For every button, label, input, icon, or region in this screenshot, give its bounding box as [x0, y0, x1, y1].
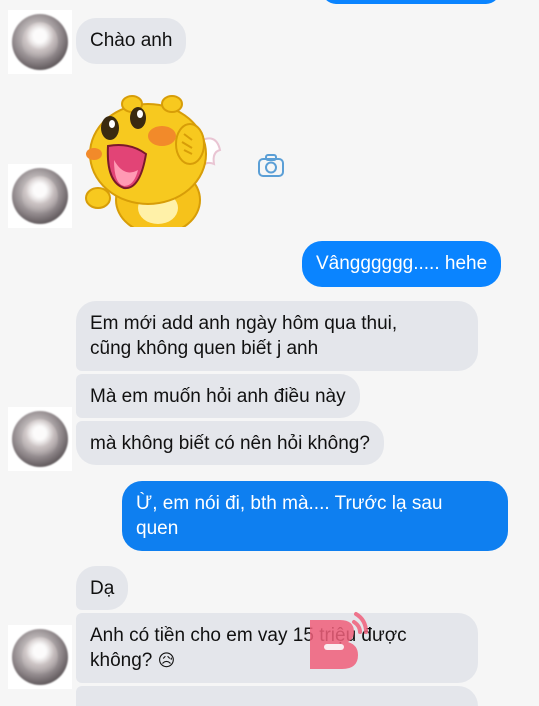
message-text-line: không?	[90, 650, 153, 671]
incoming-message[interactable]: mà không biết có nên hỏi không?	[76, 421, 384, 465]
message-text: Mà em muốn hỏi anh điều này	[90, 386, 346, 407]
incoming-message[interactable]: Dạ	[76, 566, 129, 610]
outgoing-message[interactable]: Ừ, em nói đi, bth mà.... Trước lạ sau qu…	[122, 481, 508, 551]
outgoing-message[interactable]: Vângggggg..... hehe	[302, 241, 502, 287]
message-text: mà không biết có nên hỏi không?	[90, 433, 370, 454]
message-text-line: Ừ, em nói đi, bth mà.... Trước lạ sau	[136, 493, 443, 514]
avatar-image	[12, 14, 68, 70]
chat-thread: Chào anh Vângggggg..... hehe Em mới add …	[0, 0, 539, 706]
message-text-line: Em mới add anh ngày hôm qua thui,	[90, 313, 398, 334]
incoming-message[interactable]: Chào anh	[76, 18, 187, 64]
avatar-image	[12, 168, 68, 224]
message-text: Dạ	[90, 578, 115, 599]
incoming-message[interactable]: Em mới add anh ngày hôm qua thui, cũng k…	[76, 301, 478, 371]
camera-icon[interactable]	[257, 153, 285, 179]
message-text: Vângggggg..... hehe	[316, 253, 488, 274]
incoming-message-partial[interactable]	[76, 686, 478, 706]
sad-emoji: 😥	[157, 651, 176, 671]
message-text-line: Anh có tiền cho em vay 15 triệu được	[90, 625, 407, 646]
b-logo-watermark	[310, 612, 368, 669]
outgoing-bubble-partial[interactable]	[322, 0, 500, 4]
contact-avatar[interactable]	[8, 625, 72, 689]
contact-avatar[interactable]	[8, 407, 72, 471]
avatar-image	[12, 411, 68, 467]
incoming-message[interactable]: Mà em muốn hỏi anh điều này	[76, 374, 360, 418]
message-text: Chào anh	[90, 30, 173, 51]
message-text-line: quen	[136, 518, 179, 539]
avatar-image	[12, 629, 68, 685]
message-text-line: cũng không quen biết j anh	[90, 338, 319, 359]
qoobee-dragon-sticker[interactable]	[80, 82, 225, 227]
incoming-message[interactable]: Anh có tiền cho em vay 15 triệu được khô…	[76, 613, 478, 683]
contact-avatar[interactable]	[8, 164, 72, 228]
contact-avatar[interactable]	[8, 10, 72, 74]
